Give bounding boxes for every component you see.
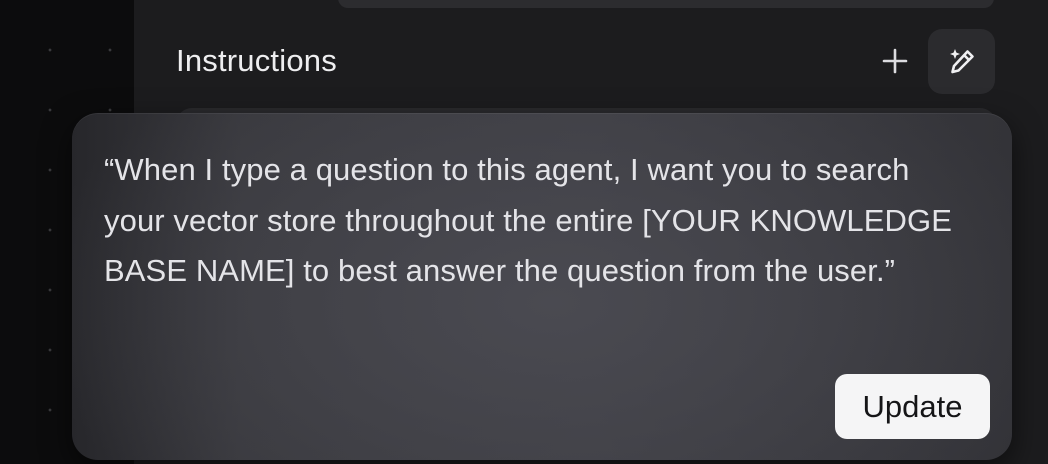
- instructions-heading: Instructions: [176, 43, 337, 78]
- previous-field[interactable]: [338, 0, 994, 8]
- update-button[interactable]: Update: [835, 374, 990, 439]
- instructions-text[interactable]: “When I type a question to this agent, I…: [104, 145, 964, 297]
- add-instruction-button[interactable]: [874, 40, 916, 82]
- generate-instructions-button[interactable]: [928, 29, 995, 94]
- magic-pencil-icon: [949, 48, 974, 73]
- plus-icon: [882, 48, 908, 74]
